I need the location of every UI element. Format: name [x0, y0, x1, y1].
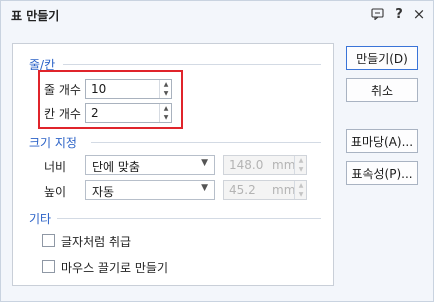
cols-label: 칸 개수 — [44, 107, 81, 121]
cols-stepper[interactable]: 2 ▲ ▼ — [85, 103, 172, 123]
width-unit: mm — [272, 158, 296, 172]
spin-up-icon[interactable]: ▲ — [162, 80, 170, 89]
height-unit: mm — [272, 183, 296, 197]
table-properties-button[interactable]: 표속성(P)... — [346, 161, 418, 185]
table-style-button[interactable]: 표마당(A)... — [346, 129, 418, 153]
width-label: 너비 — [44, 160, 67, 174]
spin-down-icon[interactable]: ▼ — [297, 165, 305, 174]
rows-value: 10 — [91, 82, 107, 96]
rows-stepper-arrows[interactable]: ▲ ▼ — [159, 80, 171, 98]
mouse-drag-label[interactable]: 마우스 끌기로 만들기 — [61, 259, 168, 276]
cancel-button[interactable]: 취소 — [346, 78, 418, 102]
create-button[interactable]: 만들기(D) — [346, 46, 418, 70]
spin-down-icon[interactable]: ▼ — [162, 113, 170, 122]
close-icon[interactable]: × — [411, 5, 427, 23]
width-mode-value: 단에 맞춤 — [92, 160, 140, 174]
width-stepper[interactable]: 148.0 mm ▲ ▼ — [223, 155, 307, 175]
height-mode-select[interactable]: 자동 ▼ — [85, 180, 215, 200]
width-stepper-arrows[interactable]: ▲ ▼ — [294, 156, 306, 174]
section-divider — [91, 142, 321, 143]
height-value: 45.2 — [229, 183, 256, 197]
rows-label: 줄 개수 — [44, 83, 81, 97]
height-mode-value: 자동 — [92, 185, 115, 199]
section-divider — [63, 64, 321, 65]
other-section-label: 기타 — [29, 212, 52, 226]
section-divider — [57, 218, 321, 219]
title-bar: 표 만들기 ? × — [1, 1, 433, 29]
treat-as-char-checkbox[interactable] — [42, 234, 55, 247]
spin-down-icon[interactable]: ▼ — [297, 190, 305, 199]
height-stepper[interactable]: 45.2 mm ▲ ▼ — [223, 180, 307, 200]
create-table-dialog: 표 만들기 ? × 줄/칸 줄 개수 10 ▲ ▼ 칸 개수 2 ▲ ▼ 크기 … — [0, 0, 434, 302]
cols-stepper-arrows[interactable]: ▲ ▼ — [159, 104, 171, 122]
rows-stepper[interactable]: 10 ▲ ▼ — [85, 79, 172, 99]
width-value: 148.0 — [229, 158, 264, 172]
spin-up-icon[interactable]: ▲ — [297, 156, 305, 165]
width-mode-select[interactable]: 단에 맞춤 ▼ — [85, 155, 215, 175]
help-icon[interactable]: ? — [391, 6, 407, 22]
height-label: 높이 — [44, 185, 67, 199]
spin-up-icon[interactable]: ▲ — [297, 181, 305, 190]
spin-down-icon[interactable]: ▼ — [162, 89, 170, 98]
treat-as-char-label[interactable]: 글자처럼 취급 — [61, 233, 131, 250]
size-section-label: 크기 지정 — [29, 136, 77, 150]
cols-value: 2 — [91, 106, 99, 120]
chevron-down-icon: ▼ — [201, 183, 208, 193]
mouse-drag-checkbox[interactable] — [42, 260, 55, 273]
dialog-title: 표 만들기 — [11, 9, 60, 23]
chevron-down-icon: ▼ — [201, 158, 208, 168]
height-stepper-arrows[interactable]: ▲ ▼ — [294, 181, 306, 199]
chat-icon[interactable] — [369, 6, 385, 22]
spin-up-icon[interactable]: ▲ — [162, 104, 170, 113]
